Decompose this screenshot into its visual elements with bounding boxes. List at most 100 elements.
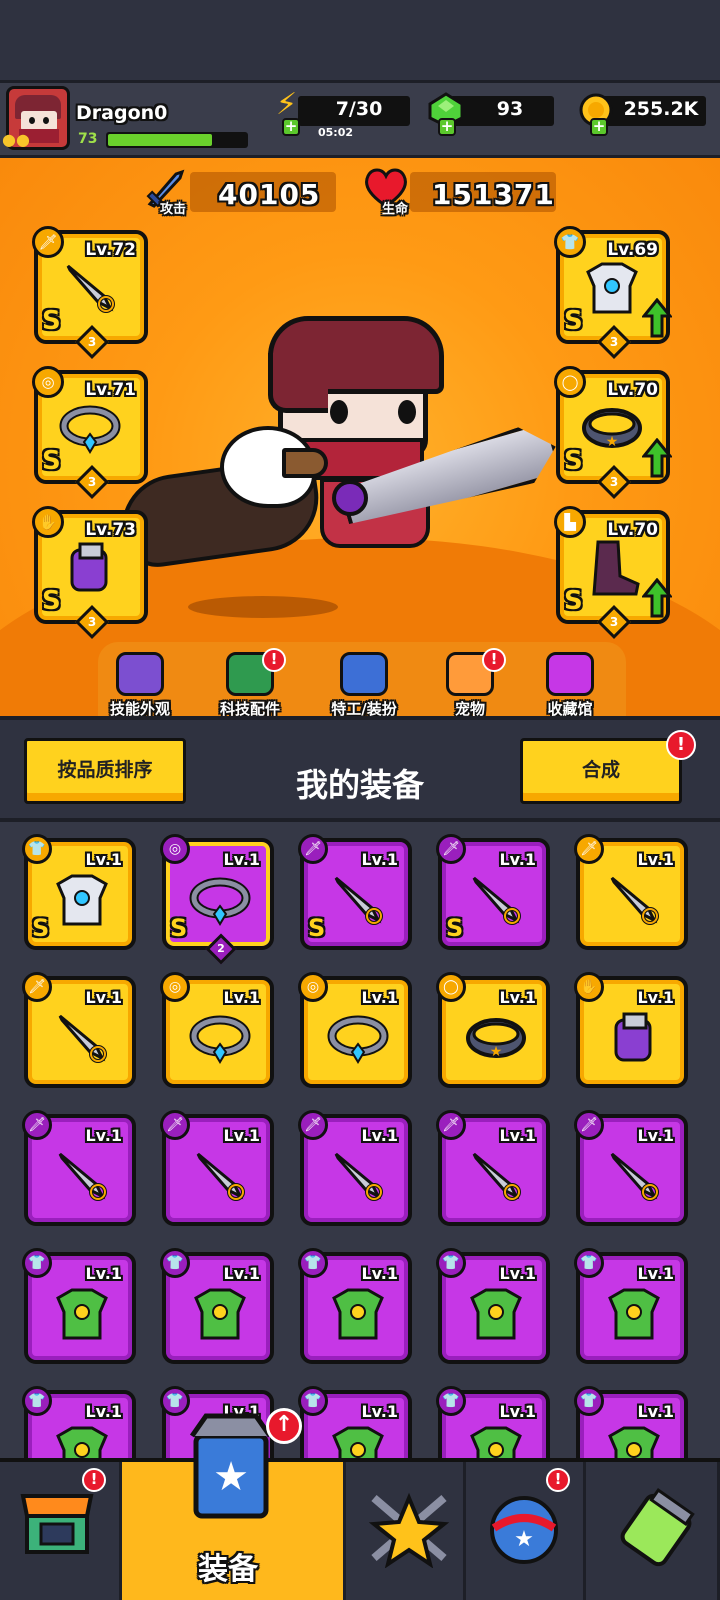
inventory-item[interactable]: 👕 Lv.1 <box>436 1248 550 1364</box>
inventory-item[interactable]: 🗡 Lv.1 <box>22 972 136 1088</box>
armor-type-icon: 👕 <box>298 1248 328 1278</box>
inventory-item[interactable]: 👕 Lv.1 <box>160 1248 274 1364</box>
inventory-item[interactable]: 👕 Lv.1 <box>574 1248 688 1364</box>
necklace-type-icon: ◎ <box>160 834 190 864</box>
add-coins-button[interactable]: + <box>590 118 608 136</box>
hero-menu-agent-costume[interactable]: 特工/装扮 <box>316 652 412 716</box>
hero-menu-pet[interactable]: 宠物 ! <box>422 648 518 716</box>
glove-type-icon: ✋ <box>32 506 64 538</box>
slot-level: Lv.69 <box>607 240 658 260</box>
merge-button[interactable]: 合成 <box>520 738 682 804</box>
weapon-type-icon: 🗡 <box>160 1110 190 1140</box>
armor-art-icon <box>464 1282 528 1346</box>
nav-tab-battle[interactable] <box>346 1462 466 1600</box>
nav-tab-equipment[interactable]: ★ 装备 ↑ <box>122 1408 346 1600</box>
shop-icon <box>19 1488 95 1562</box>
slot-grade: S <box>42 446 61 476</box>
item-level: Lv.1 <box>637 988 674 1007</box>
add-energy-button[interactable]: + <box>282 118 300 136</box>
xp-bar-fill <box>108 134 212 146</box>
inventory-item[interactable]: 🗡 Lv.1 <box>574 1110 688 1226</box>
inventory-item[interactable]: 🗡 Lv.1 <box>160 1110 274 1226</box>
equipped-slot-right-1[interactable]: 👕 Lv.69 S 3 <box>554 226 674 359</box>
weapon-type-icon: 🗡 <box>436 834 466 864</box>
svg-text:★: ★ <box>213 1454 249 1500</box>
sort-by-quality-button[interactable]: 按品质排序 <box>24 738 186 804</box>
inventory-item[interactable]: 👕 Lv.1 <box>298 1386 412 1458</box>
slot-star-count: 3 <box>609 335 619 349</box>
weapon-art-icon <box>50 1006 114 1070</box>
nav-tab-events[interactable]: ★ ! <box>466 1462 586 1600</box>
inventory-item[interactable]: ◎ Lv.1 S 2 <box>160 834 274 965</box>
eagle-pet-beak <box>282 448 328 478</box>
equipped-slot-left-3[interactable]: ✋ Lv.73 S 3 <box>32 506 148 639</box>
inventory-item[interactable]: 🗡 Lv.1 <box>574 834 688 950</box>
weapon-type-icon: 🗡 <box>32 226 64 258</box>
item-level: Lv.1 <box>361 1126 398 1145</box>
merge-alert-badge: ! <box>666 730 696 760</box>
inventory-item[interactable]: 🗡 Lv.1 S <box>298 834 412 950</box>
inventory-item[interactable]: 🗡 Lv.1 <box>298 1110 412 1226</box>
attack-value: 40105 <box>218 178 321 211</box>
inventory-item[interactable]: 👕 Lv.1 <box>436 1386 550 1458</box>
slot-star-count: 3 <box>87 615 97 629</box>
svg-text:★: ★ <box>514 1527 534 1552</box>
equipped-slot-right-2[interactable]: ◯ ★ Lv.70 S 3 <box>554 366 674 499</box>
item-level: Lv.1 <box>361 850 398 869</box>
collection-icon <box>546 652 594 696</box>
player-name: Dragon0 <box>76 102 168 124</box>
nav-tab-lab[interactable] <box>586 1462 720 1600</box>
alert-badge-icon: ! <box>482 648 506 672</box>
inventory-item[interactable]: 👕 Lv.1 <box>22 1248 136 1364</box>
equipped-slot-left-2[interactable]: ◎ Lv.71 S 3 <box>32 366 148 499</box>
inventory-item[interactable]: 👕 Lv.1 <box>298 1248 412 1364</box>
weapon-type-icon: 🗡 <box>22 1110 52 1140</box>
armor-type-icon: 👕 <box>554 226 586 258</box>
item-level: Lv.1 <box>223 988 260 1007</box>
slot-grade: S <box>564 446 583 476</box>
equipped-slot-right-3[interactable]: ▙ Lv.70 S 3 <box>554 506 674 639</box>
inventory-item[interactable]: 👕 Lv.1 <box>574 1386 688 1458</box>
inventory-item[interactable]: ◎ Lv.1 <box>298 972 412 1088</box>
hero-menu-tech-parts[interactable]: 科技配件 ! <box>202 648 298 716</box>
inventory-item[interactable]: 👕 Lv.1 S <box>22 834 136 950</box>
item-level: Lv.1 <box>223 1264 260 1283</box>
inventory-item[interactable]: 🗡 Lv.1 <box>22 1110 136 1226</box>
upgrade-arrow-icon <box>640 297 674 338</box>
inventory-item[interactable]: 👕 Lv.1 <box>22 1386 136 1458</box>
my-equipment-title: 我的装备 <box>295 766 424 804</box>
boots-type-icon: ▙ <box>554 506 586 538</box>
armor-type-icon: 👕 <box>160 1248 190 1278</box>
inventory-item[interactable]: ✋ Lv.1 <box>574 972 688 1088</box>
slot-level: Lv.70 <box>607 380 658 400</box>
hero-shadow <box>188 596 338 618</box>
energy-value: 7/30 <box>335 98 383 120</box>
item-grade: S <box>170 914 188 942</box>
slot-star-count: 3 <box>609 475 619 489</box>
hero-menu-skill-skin[interactable]: 技能外观 <box>92 652 188 716</box>
hero-weapon-gem <box>332 480 368 516</box>
inventory-item[interactable]: ◎ Lv.1 <box>160 972 274 1088</box>
item-level: Lv.1 <box>637 1402 674 1421</box>
nav-tab-shop[interactable]: ! <box>0 1462 122 1600</box>
armor-art-icon <box>580 256 650 326</box>
necklace-type-icon: ◎ <box>32 366 64 398</box>
alert-badge-icon: ! <box>82 1468 106 1492</box>
vip-coins-icon: ●● <box>2 130 30 149</box>
system-status-bar <box>0 0 720 80</box>
weapon-art-icon <box>58 256 128 326</box>
armor-type-icon: 👕 <box>436 1386 466 1416</box>
xp-bar <box>106 132 248 148</box>
upgrade-arrow-icon <box>640 437 674 478</box>
equipped-slot-left-1[interactable]: 🗡 Lv.72 S 3 <box>32 226 148 359</box>
inventory-item[interactable]: ◯ ★ Lv.1 <box>436 972 550 1088</box>
slot-star-count: 3 <box>87 475 97 489</box>
inventory-item[interactable]: 🗡 Lv.1 S <box>436 834 550 950</box>
inventory-item[interactable]: 🗡 Lv.1 <box>436 1110 550 1226</box>
necklace-type-icon: ◎ <box>160 972 190 1002</box>
add-gems-button[interactable]: + <box>438 118 456 136</box>
hero-menu-collection[interactable]: 收藏馆 <box>522 652 618 716</box>
gem-value: 93 <box>496 98 524 120</box>
inventory-grid: 👕 Lv.1 S ◎ Lv.1 S 2 🗡 Lv.1 S 🗡 Lv.1 S 🗡 … <box>0 822 720 1458</box>
glove-art-icon <box>602 1006 666 1070</box>
